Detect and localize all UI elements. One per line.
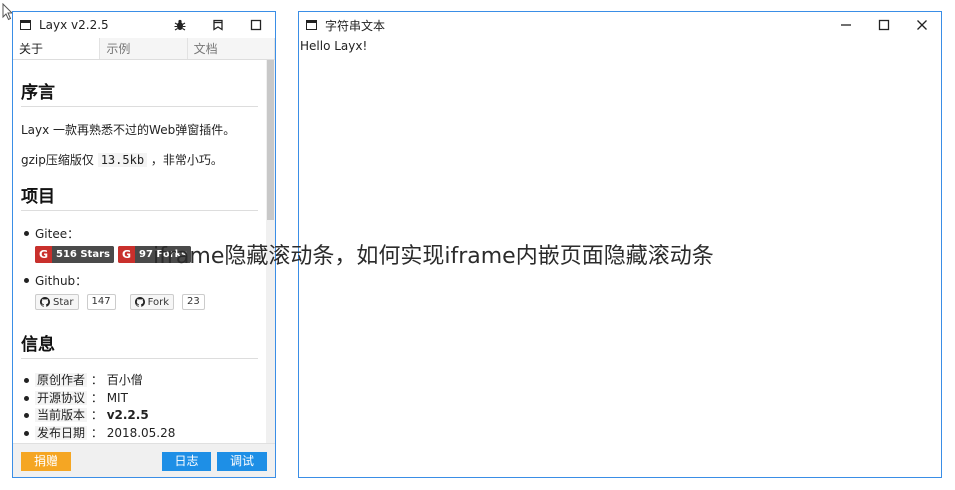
info-key: 发布日期: [35, 425, 88, 440]
github-fork-count: 23: [182, 294, 205, 310]
gitee-stars-badge[interactable]: G 516 Stars: [35, 246, 114, 263]
section-heading-project: 项目: [21, 182, 258, 211]
window-content-text: Hello Layx!: [300, 39, 368, 53]
github-label: Github：: [35, 274, 88, 288]
size-prefix: gzip压缩版仅: [21, 153, 94, 167]
info-sep: ：: [90, 408, 103, 422]
gitee-label: Gitee：: [35, 227, 80, 241]
info-item-author: 原创作者 ： 百小僧: [21, 372, 258, 390]
log-button[interactable]: 日志: [162, 452, 211, 471]
size-suffix: ，非常小巧。: [150, 153, 223, 167]
section-heading-info: 信息: [21, 330, 258, 359]
gitee-logo-icon: G: [35, 246, 52, 263]
tab-about[interactable]: 关于: [13, 38, 101, 59]
maximize-icon[interactable]: [865, 12, 903, 38]
section-heading-preface: 序言: [21, 78, 258, 107]
info-key: 当前版本: [35, 408, 88, 422]
info-value: 2018.05.28: [106, 425, 176, 440]
window-app-icon: [306, 20, 317, 30]
restore-icon[interactable]: [199, 12, 237, 38]
info-item-version: 当前版本 ： v2.2.5: [21, 407, 258, 425]
info-item-license: 开源协议 ： MIT: [21, 390, 258, 408]
tab-examples[interactable]: 示例: [100, 38, 188, 59]
close-icon[interactable]: [903, 12, 941, 38]
info-item-release-date: 发布日期 ： 2018.05.28: [21, 425, 258, 443]
tab-docs[interactable]: 文档: [188, 38, 275, 59]
preface-size-line: gzip压缩版仅 13.5kb ，非常小巧。: [21, 151, 258, 168]
tab-bar: 关于 示例 文档: [13, 38, 275, 60]
github-octocat-icon: [134, 297, 145, 307]
window-title: Layx v2.2.5: [39, 18, 109, 32]
info-sep: ：: [90, 425, 103, 440]
gitee-logo-icon: G: [117, 246, 135, 263]
info-key: 原创作者: [35, 373, 88, 387]
maximize-icon[interactable]: [237, 12, 275, 38]
scrollbar-thumb[interactable]: [267, 60, 274, 220]
window-titlebar[interactable]: 字符串文本: [299, 12, 941, 38]
info-value: MIT: [106, 390, 128, 405]
debug-bug-icon[interactable]: [161, 12, 199, 38]
github-item: Github：: [21, 272, 258, 289]
info-sep: ：: [90, 373, 103, 387]
github-fork-button[interactable]: Fork: [129, 294, 175, 310]
window-titlebar[interactable]: Layx v2.2.5: [13, 12, 275, 38]
watermark-caption: iframe隐藏滚动条，如何实现iframe内嵌页面隐藏滚动条: [153, 244, 714, 269]
preface-description: Layx 一款再熟悉不过的Web弹窗插件。: [21, 123, 236, 137]
info-sep: ：: [90, 390, 103, 405]
github-star-count: 147: [86, 294, 116, 310]
window-app-icon: [20, 20, 31, 30]
github-star-label: Star: [53, 296, 74, 308]
github-fork-label: Fork: [147, 296, 170, 308]
minimize-icon[interactable]: [827, 12, 865, 38]
info-value: v2.2.5: [106, 408, 149, 422]
info-key: 开源协议: [35, 390, 88, 405]
window-footer: 捐赠 日志 调试: [13, 443, 275, 477]
debug-button[interactable]: 调试: [217, 452, 267, 471]
window-title: 字符串文本: [325, 18, 386, 33]
github-octocat-icon: [40, 297, 50, 307]
info-value: 百小僧: [106, 373, 143, 387]
gitee-stars-text: 516 Stars: [52, 246, 114, 263]
donate-button[interactable]: 捐赠: [21, 452, 71, 471]
size-value: 13.5kb: [97, 153, 148, 167]
github-star-button[interactable]: Star: [35, 294, 79, 310]
